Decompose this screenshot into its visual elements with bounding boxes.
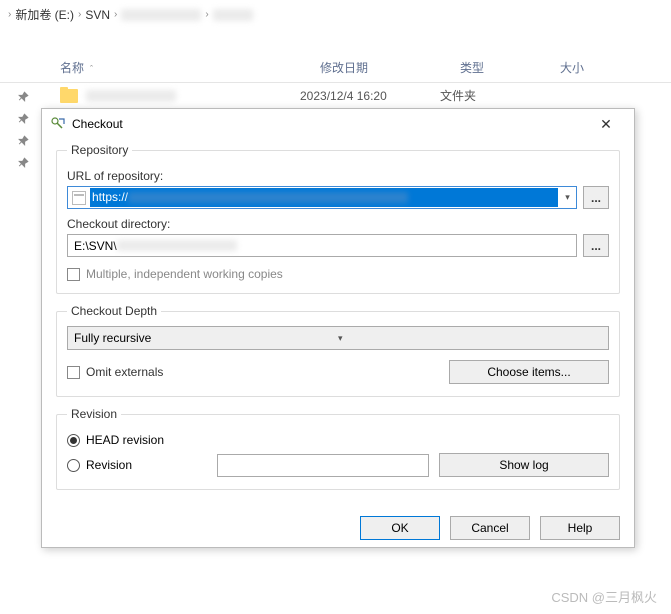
close-button[interactable]: ✕ [586,110,626,138]
file-name-redacted [86,90,176,102]
checkout-icon [50,116,66,132]
chevron-right-icon: › [8,9,11,20]
depth-legend: Checkout Depth [67,304,161,318]
dialog-title: Checkout [72,117,586,131]
file-type: 文件夹 [440,87,540,104]
browse-url-button[interactable]: ... [583,186,609,209]
depth-group: Checkout Depth Fully recursive ▾ Omit ex… [56,304,620,397]
cancel-button[interactable]: Cancel [450,516,530,540]
depth-value: Fully recursive [74,331,338,345]
repository-group: Repository URL of repository: https:// ▾… [56,143,620,294]
chevron-right-icon: › [205,9,208,20]
repository-legend: Repository [67,143,132,157]
button-bar: OK Cancel Help [42,510,634,552]
chevron-down-icon[interactable]: ▾ [558,187,576,208]
url-label: URL of repository: [67,169,609,183]
browse-dir-button[interactable]: ... [583,234,609,257]
head-label: HEAD revision [86,433,164,447]
watermark: CSDN @三月枫火 [551,587,657,606]
pin-icon [16,134,30,148]
omit-externals-label: Omit externals [86,365,163,379]
sort-arrow-icon: ˆ [90,64,93,74]
quick-access-pins [18,92,28,168]
revision-radio[interactable] [67,459,80,472]
titlebar: Checkout ✕ [42,109,634,139]
chevron-right-icon: › [114,9,117,20]
breadcrumb-redacted [213,9,253,21]
column-date[interactable]: 修改日期 [320,59,460,76]
file-icon [72,191,86,205]
revision-group: Revision HEAD revision Revision Show log [56,407,620,490]
breadcrumb-drive[interactable]: 新加卷 (E:) [15,6,74,23]
head-radio[interactable] [67,434,80,447]
ok-button[interactable]: OK [360,516,440,540]
multi-checkbox[interactable] [67,268,80,281]
show-log-button[interactable]: Show log [439,453,609,477]
file-date: 2023/12/4 16:20 [300,89,440,103]
depth-select[interactable]: Fully recursive ▾ [67,326,609,350]
multi-label: Multiple, independent working copies [86,267,283,281]
head-revision-row[interactable]: HEAD revision [67,433,609,447]
chevron-right-icon: › [78,9,81,20]
omit-externals-checkbox[interactable] [67,366,80,379]
chevron-down-icon: ▾ [338,333,602,344]
revision-label: Revision [86,458,132,472]
revision-input[interactable] [217,454,429,477]
revision-row[interactable]: Revision [67,458,207,472]
url-value[interactable]: https:// [90,188,558,207]
pin-icon [16,112,30,126]
column-size[interactable]: 大小 [560,59,620,76]
help-button[interactable]: Help [540,516,620,540]
file-row[interactable]: 2023/12/4 16:20 文件夹 [0,83,671,108]
dir-input[interactable]: E:\SVN\ [67,234,577,257]
url-combo[interactable]: https:// ▾ [67,186,577,209]
checkout-dialog: Checkout ✕ Repository URL of repository:… [41,108,635,548]
choose-items-button[interactable]: Choose items... [449,360,609,384]
folder-icon [60,89,78,103]
pin-icon [16,156,30,170]
breadcrumb: › 新加卷 (E:) › SVN › › [0,0,671,29]
column-type[interactable]: 类型 [460,59,560,76]
dir-label: Checkout directory: [67,217,609,231]
omit-externals-row[interactable]: Omit externals [67,365,163,379]
column-headers: 名称ˆ 修改日期 类型 大小 [0,49,671,83]
pin-icon [16,90,30,104]
breadcrumb-redacted [121,9,201,21]
breadcrumb-folder[interactable]: SVN [85,8,110,22]
revision-legend: Revision [67,407,121,421]
multi-checkbox-row[interactable]: Multiple, independent working copies [67,267,609,281]
column-name[interactable]: 名称ˆ [60,59,320,76]
